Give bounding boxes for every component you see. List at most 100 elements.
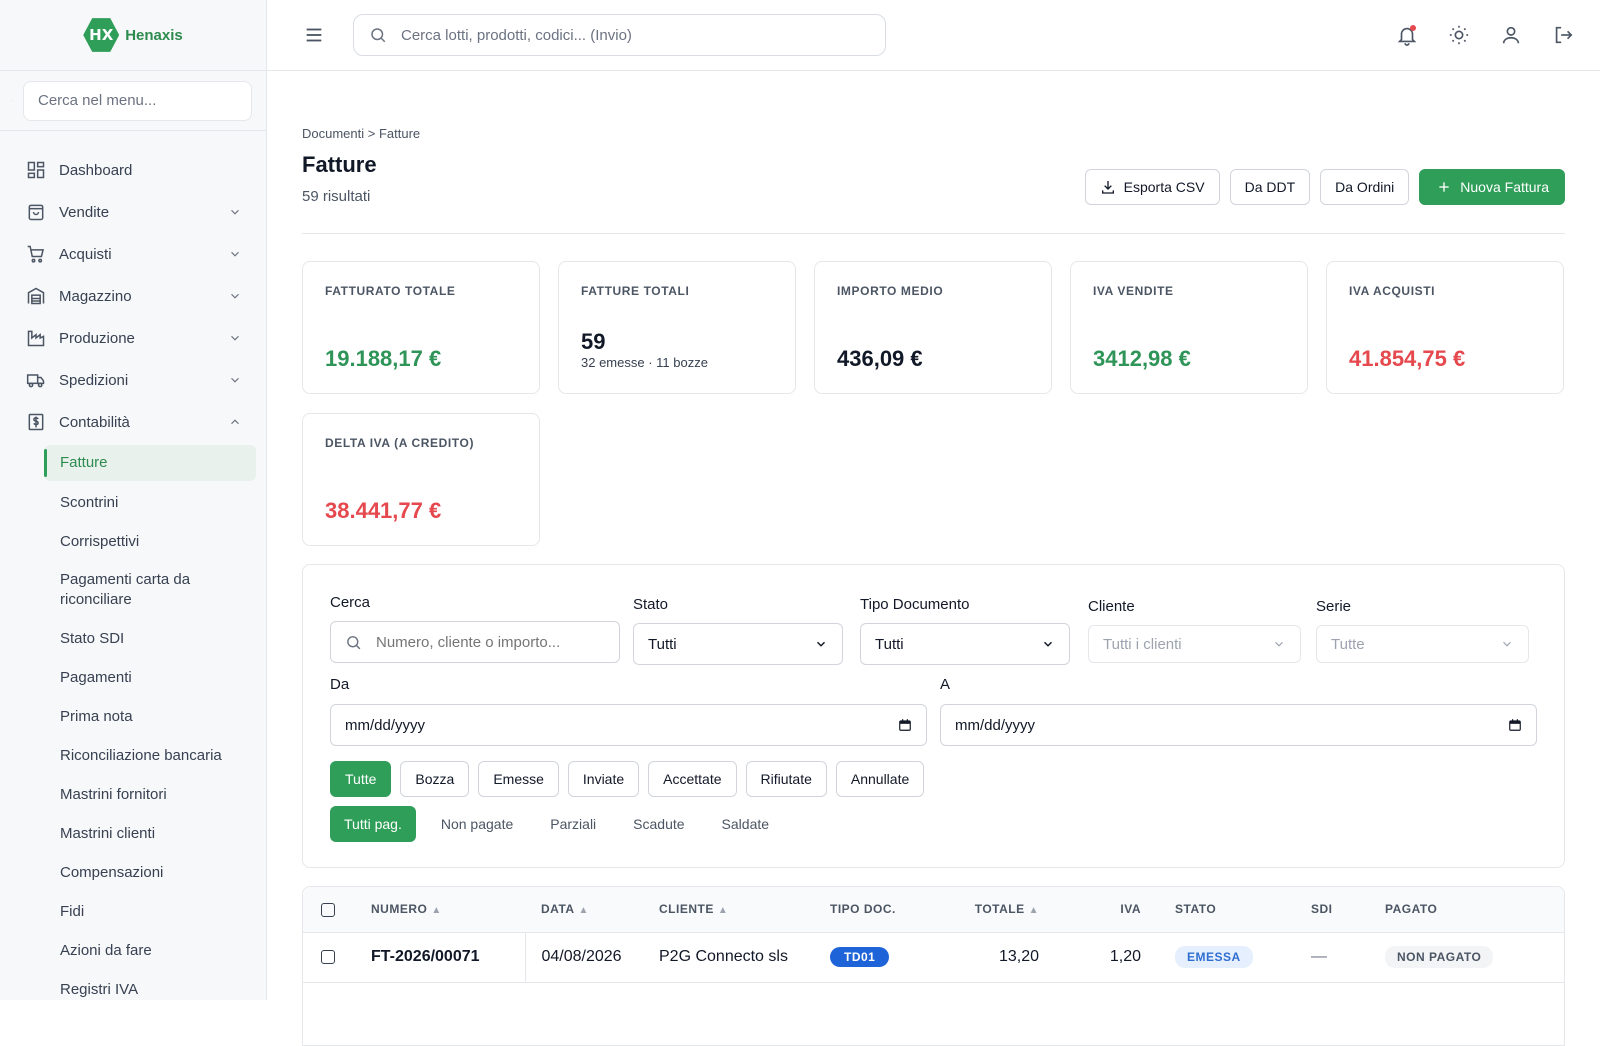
cell-stato: EMESSA (1149, 932, 1303, 982)
cell-iva: 1,20 (1047, 932, 1149, 982)
bell-icon[interactable] (1396, 24, 1418, 46)
sort-icon: ▲ (1029, 905, 1039, 916)
tipo-select[interactable]: Tutti (860, 623, 1070, 665)
cliente-select-value: Tutti i clienti (1103, 636, 1182, 653)
sidebar-subitem-mastrini-clienti[interactable]: Mastrini clienti (0, 814, 266, 853)
cell-numero[interactable]: FT-2026/00071 (363, 932, 525, 982)
tab-scadute[interactable]: Scadute (619, 806, 698, 842)
kpi-card-iva-acquisti: IVA ACQUISTI 41.854,75 € (1326, 261, 1564, 394)
sidebar-subitem-mastrini-fornitori[interactable]: Mastrini fornitori (0, 775, 266, 814)
chip-inviate[interactable]: Inviate (568, 761, 639, 797)
serie-select[interactable]: Tutte (1316, 625, 1529, 663)
cell-pagato: NON PAGATO (1365, 932, 1564, 982)
col-stato[interactable]: STATO (1149, 887, 1303, 932)
chip-accettate[interactable]: Accettate (648, 761, 736, 797)
kpi-label: IMPORTO MEDIO (837, 284, 1029, 298)
user-icon[interactable] (1500, 24, 1522, 46)
select-all-checkbox[interactable] (321, 903, 335, 917)
chevron-down-icon (1500, 637, 1514, 651)
stato-select[interactable]: Tutti (633, 623, 843, 665)
sidebar-subitem-fidi[interactable]: Fidi (0, 892, 266, 931)
sidebar-item-label: Acquisti (59, 246, 228, 263)
tab-tutti-pag[interactable]: Tutti pag. (330, 806, 416, 842)
date-from-input[interactable]: mm/dd/yyyy (330, 704, 927, 746)
kpi-value: 59 (581, 329, 605, 355)
sidebar-item-spedizioni[interactable]: Spedizioni (0, 359, 266, 401)
shopping-bag-icon (26, 202, 46, 222)
chip-bozza[interactable]: Bozza (400, 761, 469, 797)
logout-icon[interactable] (1552, 24, 1574, 46)
chip-rifiutate[interactable]: Rifiutate (746, 761, 827, 797)
export-csv-button[interactable]: Esporta CSV (1085, 169, 1220, 205)
global-search-input[interactable] (401, 27, 870, 44)
tab-parziali[interactable]: Parziali (536, 806, 610, 842)
serie-filter-label: Serie (1316, 598, 1351, 615)
col-numero[interactable]: NUMERO▲ (363, 887, 525, 932)
status-badge: EMESSA (1175, 946, 1253, 968)
menu-search-input[interactable] (23, 81, 252, 121)
sidebar-subitem-prima-nota[interactable]: Prima nota (0, 697, 266, 736)
search-icon (345, 634, 362, 651)
grid-icon (26, 160, 46, 180)
topbar (267, 0, 1600, 71)
sidebar-item-contabilita[interactable]: Contabilità (0, 401, 266, 443)
header-actions: Esporta CSV Da DDT Da Ordini Nuova Fattu… (1085, 169, 1565, 205)
chevron-down-icon (228, 247, 242, 261)
chip-tutte[interactable]: Tutte (330, 761, 391, 797)
col-tipo[interactable]: TIPO DOC. (822, 887, 942, 932)
calendar-icon[interactable] (1508, 718, 1522, 732)
tab-non-pagate[interactable]: Non pagate (427, 806, 527, 842)
sidebar-subitem-pagamenti-carta[interactable]: Pagamenti carta da riconciliare (0, 561, 266, 619)
filter-search-input[interactable] (376, 634, 605, 651)
col-data[interactable]: DATA▲ (525, 887, 651, 932)
table-row[interactable]: FT-2026/00071 04/08/2026 P2G Connecto sl… (303, 932, 1564, 982)
sidebar-item-vendite[interactable]: Vendite (0, 191, 266, 233)
col-data-label: DATA (541, 902, 575, 916)
sidebar-subitem-scontrini[interactable]: Scontrini (0, 483, 266, 522)
sidebar-item-label: Contabilità (59, 414, 228, 431)
new-invoice-button[interactable]: Nuova Fattura (1419, 169, 1565, 205)
sidebar-subitem-corrispettivi[interactable]: Corrispettivi (0, 522, 266, 561)
date-to-input[interactable]: mm/dd/yyyy (940, 704, 1537, 746)
sidebar-subitem-compensazioni[interactable]: Compensazioni (0, 853, 266, 892)
from-orders-button[interactable]: Da Ordini (1320, 169, 1409, 205)
chip-annullate[interactable]: Annullate (836, 761, 924, 797)
col-totale[interactable]: TOTALE▲ (942, 887, 1047, 932)
sidebar-item-dashboard[interactable]: Dashboard (0, 149, 266, 191)
global-search[interactable] (353, 14, 886, 56)
cell-tipo: TD01 (822, 932, 942, 982)
col-cliente[interactable]: CLIENTE▲ (651, 887, 822, 932)
factory-icon (26, 328, 46, 348)
tab-saldate[interactable]: Saldate (708, 806, 783, 842)
tipo-filter-label: Tipo Documento (860, 596, 970, 613)
col-pagato[interactable]: PAGATO (1365, 887, 1564, 932)
kpi-value: 38.441,77 € (325, 498, 441, 524)
sidebar-subitem-pagamenti[interactable]: Pagamenti (0, 658, 266, 697)
breadcrumb[interactable]: Documenti > Fatture (302, 126, 1565, 141)
from-ddt-button[interactable]: Da DDT (1230, 169, 1311, 205)
payment-badge: NON PAGATO (1385, 946, 1493, 968)
calendar-icon[interactable] (898, 718, 912, 732)
sidebar-subitem-azioni[interactable]: Azioni da fare (0, 931, 266, 970)
sidebar-subitem-registri-iva[interactable]: Registri IVA (0, 970, 266, 1009)
sidebar-subitem-stato-sdi[interactable]: Stato SDI (0, 619, 266, 658)
row-select-cell (303, 932, 363, 982)
menu-icon[interactable] (303, 24, 325, 46)
select-all-cell (303, 887, 363, 932)
sidebar-subitem-fatture[interactable]: Fatture (44, 445, 256, 481)
col-iva[interactable]: IVA (1047, 887, 1149, 932)
col-sdi[interactable]: SDI (1303, 887, 1365, 932)
row-checkbox[interactable] (321, 950, 335, 964)
sidebar-item-magazzino[interactable]: Magazzino (0, 275, 266, 317)
filter-search-field[interactable] (330, 621, 620, 663)
logo[interactable]: HX Henaxis (0, 0, 266, 71)
sidebar-item-acquisti[interactable]: Acquisti (0, 233, 266, 275)
sidebar-subitem-riconciliazione[interactable]: Riconciliazione bancaria (0, 736, 266, 775)
dollar-icon (26, 412, 46, 432)
chevron-down-icon (228, 331, 242, 345)
cliente-select[interactable]: Tutti i clienti (1088, 625, 1301, 663)
sidebar-item-produzione[interactable]: Produzione (0, 317, 266, 359)
stato-filter-label: Stato (633, 596, 668, 613)
chip-emesse[interactable]: Emesse (478, 761, 559, 797)
sun-icon[interactable] (1448, 24, 1470, 46)
